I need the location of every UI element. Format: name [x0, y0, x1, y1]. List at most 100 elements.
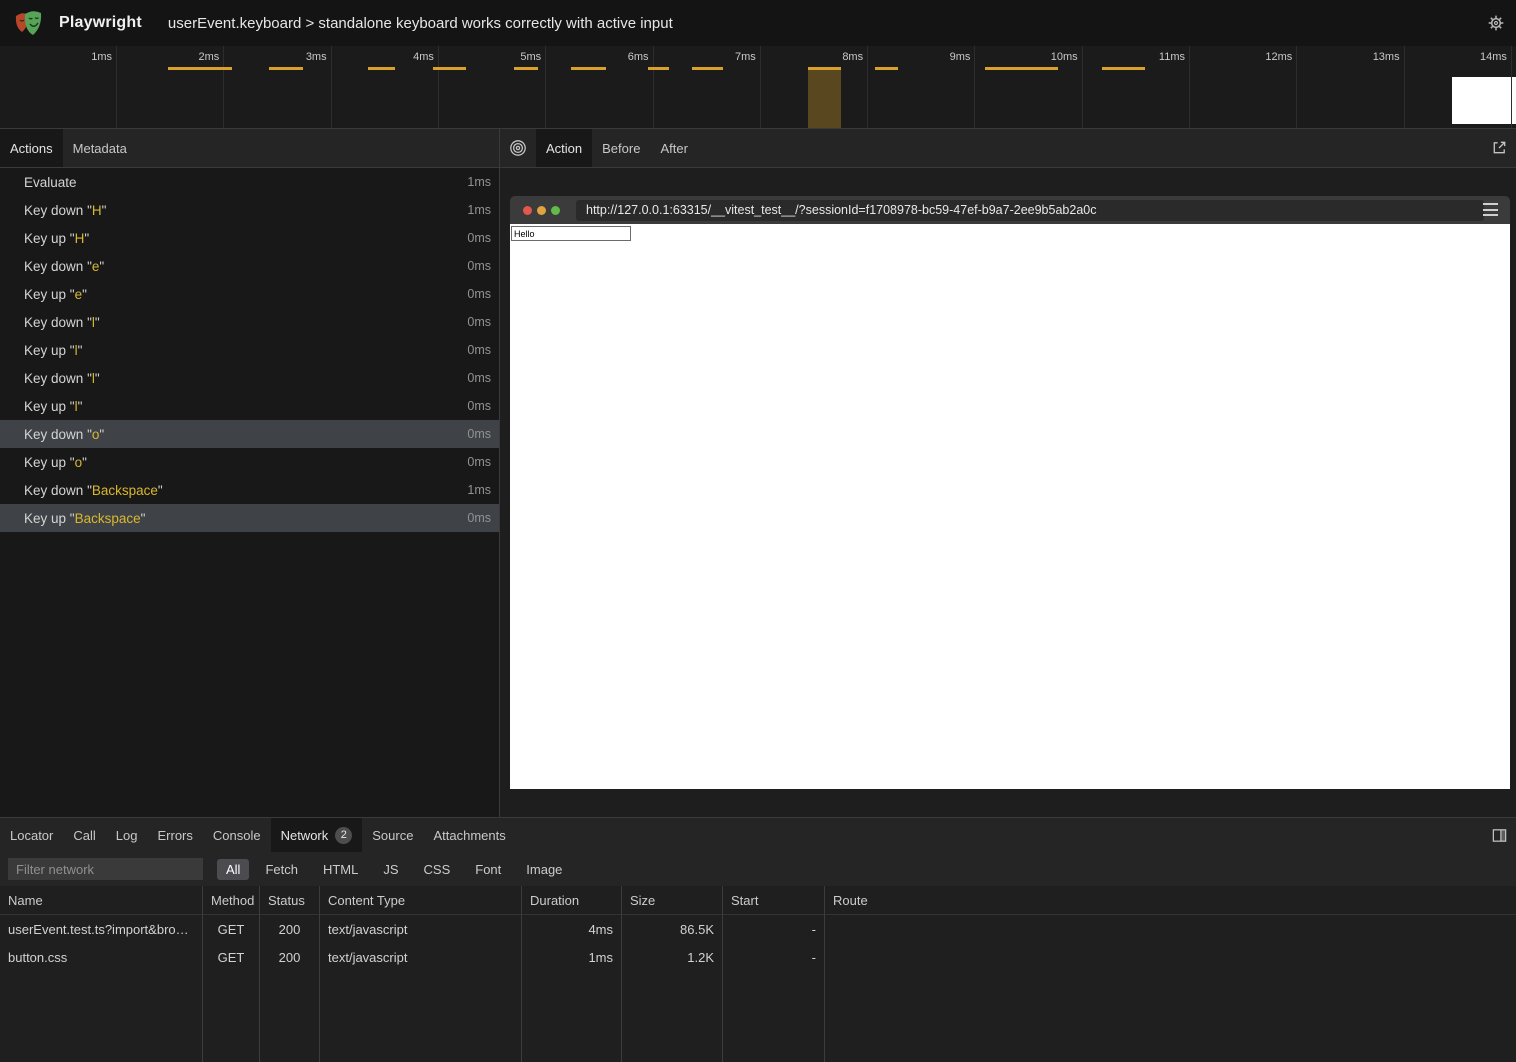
network-cell[interactable]: - [723, 943, 824, 971]
action-duration: 0ms [467, 259, 491, 273]
action-list-item[interactable]: Key up "l" 0ms [0, 336, 499, 364]
layout-split-icon[interactable] [1491, 827, 1508, 844]
tab-log[interactable]: Log [106, 818, 148, 852]
tab-label: Attachments [433, 828, 505, 843]
timeline-action-mark[interactable] [1102, 67, 1145, 70]
action-duration: 1ms [467, 483, 491, 497]
timeline-action-mark[interactable] [648, 67, 668, 70]
filter-chip-fetch[interactable]: Fetch [256, 859, 307, 880]
timeline-gridline [331, 46, 332, 128]
action-label: Key up "o" [24, 455, 87, 470]
action-list-item[interactable]: Key down "e" 0ms [0, 252, 499, 280]
action-list-item[interactable]: Key up "Backspace" 0ms [0, 504, 499, 532]
filter-chip-js[interactable]: JS [374, 859, 407, 880]
network-column-content-type: Content Typetext/javascripttext/javascri… [320, 886, 522, 1062]
filter-chip-all[interactable]: All [217, 859, 249, 880]
tab-metadata[interactable]: Metadata [63, 129, 137, 167]
filmstrip-thumbnail[interactable] [1452, 77, 1516, 124]
timeline-gridline [438, 46, 439, 128]
network-cell[interactable]: 1ms [522, 943, 621, 971]
network-cell[interactable]: text/javascript [320, 915, 521, 943]
network-column-name: NameuserEvent.test.ts?import&bro…button.… [0, 886, 203, 1062]
timeline-tick-label: 1ms [91, 51, 116, 63]
timeline-action-mark[interactable] [433, 67, 466, 70]
network-cell[interactable]: 4ms [522, 915, 621, 943]
timeline-action-mark[interactable] [571, 67, 606, 70]
action-duration: 0ms [467, 399, 491, 413]
network-column-method: MethodGETGET [203, 886, 260, 1062]
window-menu-icon [1483, 203, 1498, 216]
tab-network[interactable]: Network 2 [271, 818, 363, 852]
snapshot-toolbar: Action Before After [500, 129, 1516, 168]
network-cell[interactable] [825, 943, 1516, 971]
timeline-action-mark[interactable] [269, 67, 302, 70]
action-list-item[interactable]: Key down "l" 0ms [0, 364, 499, 392]
tab-after[interactable]: After [650, 129, 697, 167]
timeline-selected-action-bar[interactable] [808, 67, 841, 128]
network-filter-input[interactable] [8, 858, 203, 880]
filter-chip-image[interactable]: Image [517, 859, 571, 880]
tab-attachments[interactable]: Attachments [423, 818, 515, 852]
timeline-tick-label: 11ms [1159, 51, 1189, 63]
action-list-item[interactable]: Key down "l" 0ms [0, 308, 499, 336]
network-cell[interactable]: 200 [260, 915, 319, 943]
timeline-action-mark[interactable] [875, 67, 899, 70]
action-list-item[interactable]: Key up "e" 0ms [0, 280, 499, 308]
timeline-gridline [1082, 46, 1083, 128]
action-list-item[interactable]: Key down "o" 0ms [0, 420, 499, 448]
filter-chip-css[interactable]: CSS [415, 859, 460, 880]
action-list-item[interactable]: Key up "o" 0ms [0, 448, 499, 476]
network-cell[interactable]: GET [203, 915, 259, 943]
pick-locator-icon[interactable] [509, 139, 527, 157]
tab-label: Network [281, 828, 329, 843]
action-list-item[interactable]: Key up "H" 0ms [0, 224, 499, 252]
action-duration: 0ms [467, 427, 491, 441]
tab-actions[interactable]: Actions [0, 129, 63, 167]
tab-label: Source [372, 828, 413, 843]
timeline-tick-label: 10ms [1051, 51, 1082, 63]
timeline-gridline [867, 46, 868, 128]
tab-console[interactable]: Console [203, 818, 271, 852]
timeline-gridline [974, 46, 975, 128]
network-column-start: Start-- [723, 886, 825, 1062]
filter-chip-html[interactable]: HTML [314, 859, 367, 880]
tab-action[interactable]: Action [536, 129, 592, 167]
settings-gear-icon[interactable] [1486, 13, 1506, 33]
column-header: Method [203, 886, 259, 915]
timeline-action-mark[interactable] [514, 67, 538, 70]
timeline[interactable]: 1ms2ms3ms4ms5ms6ms7ms8ms9ms10ms11ms12ms1… [0, 46, 1516, 129]
network-cell[interactable]: 200 [260, 943, 319, 971]
page-text-input[interactable] [511, 226, 631, 241]
network-cell[interactable] [825, 915, 1516, 943]
filter-chip-font[interactable]: Font [466, 859, 510, 880]
timeline-tick-label: 7ms [735, 51, 760, 63]
timeline-gridline [760, 46, 761, 128]
network-cell[interactable]: userEvent.test.ts?import&bro… [0, 915, 202, 943]
timeline-action-mark[interactable] [985, 67, 1058, 70]
tab-before[interactable]: Before [592, 129, 650, 167]
network-column-duration: Duration4ms1ms [522, 886, 622, 1062]
network-cell[interactable]: text/javascript [320, 943, 521, 971]
timeline-tick-label: 14ms [1480, 51, 1511, 63]
timeline-tick-label: 4ms [413, 51, 438, 63]
network-cell[interactable]: 86.5K [622, 915, 722, 943]
action-list-item[interactable]: Key down "H" 1ms [0, 196, 499, 224]
tab-source[interactable]: Source [362, 818, 423, 852]
open-external-icon[interactable] [1491, 139, 1508, 156]
tab-locator[interactable]: Locator [0, 818, 63, 852]
tab-call[interactable]: Call [63, 818, 105, 852]
network-cell[interactable]: button.css [0, 943, 202, 971]
action-list-item[interactable]: Key down "Backspace" 1ms [0, 476, 499, 504]
action-list-item[interactable]: Evaluate 1ms [0, 168, 499, 196]
action-list-item[interactable]: Key up "l" 0ms [0, 392, 499, 420]
timeline-action-mark[interactable] [168, 67, 232, 70]
timeline-action-mark[interactable] [368, 67, 395, 70]
network-cell[interactable]: GET [203, 943, 259, 971]
network-cell[interactable]: - [723, 915, 824, 943]
tab-errors[interactable]: Errors [147, 818, 202, 852]
timeline-action-mark[interactable] [692, 67, 723, 70]
tab-label: Metadata [73, 141, 127, 156]
network-cell[interactable]: 1.2K [622, 943, 722, 971]
tab-label: Call [73, 828, 95, 843]
network-table: NameuserEvent.test.ts?import&bro…button.… [0, 886, 1516, 1062]
